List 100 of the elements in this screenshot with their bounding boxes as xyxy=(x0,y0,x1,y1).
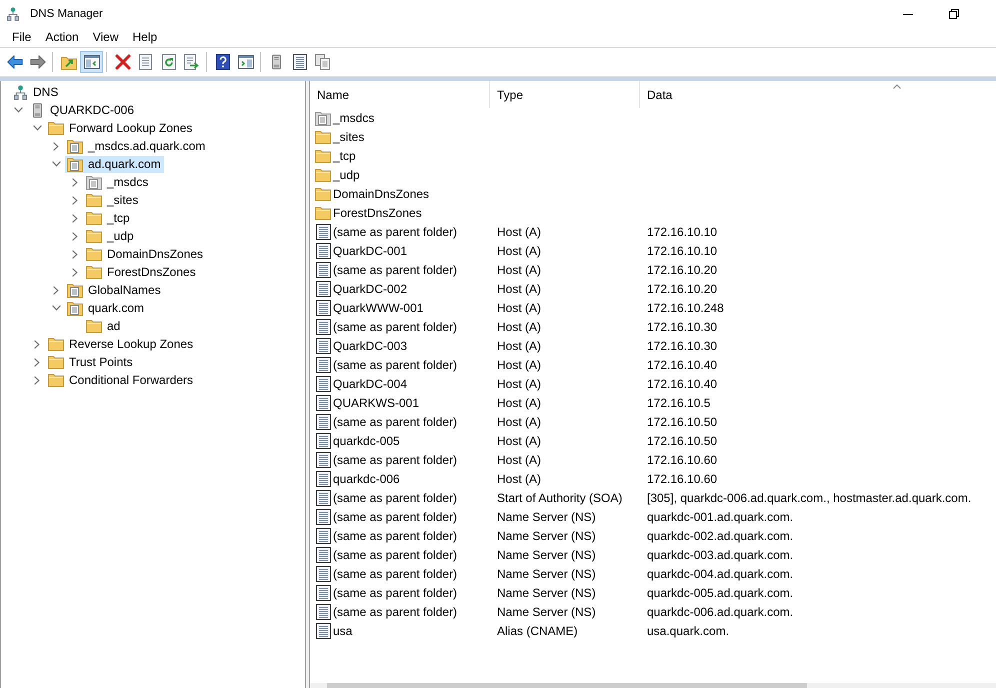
chevron-down-icon[interactable] xyxy=(14,107,22,113)
list-item[interactable]: (same as parent folder) xyxy=(314,564,460,582)
tree-item[interactable]: ad xyxy=(84,318,124,334)
menu-item[interactable]: File xyxy=(5,29,38,46)
table-cell-text: quarkdc-005.ad.quark.com. xyxy=(646,584,794,602)
chevron-right-icon[interactable] xyxy=(34,340,40,348)
table-cell-text: Name Server (NS) xyxy=(496,528,597,544)
list-item[interactable]: (same as parent folder) xyxy=(314,356,460,374)
list-icon xyxy=(292,54,306,70)
list-item[interactable]: _sites xyxy=(314,128,368,146)
arrow-left-icon xyxy=(6,55,22,69)
chevron-right-icon[interactable] xyxy=(72,250,78,258)
text-document-icon xyxy=(316,584,330,600)
tree-item[interactable]: _udp xyxy=(84,228,137,244)
text-document-icon xyxy=(316,432,330,448)
tree-item[interactable]: _msdcs xyxy=(84,174,152,190)
folder-icon xyxy=(315,168,331,182)
table-cell-text: Host (A) xyxy=(496,318,542,336)
chevron-down-icon[interactable] xyxy=(52,161,60,167)
list-item[interactable]: QuarkDC-003 xyxy=(314,336,410,354)
list-item[interactable]: (same as parent folder) xyxy=(314,412,460,430)
list-item[interactable]: quarkdc-006 xyxy=(314,470,403,488)
tree-item[interactable]: ForestDnsZones xyxy=(84,264,199,280)
tree-item[interactable]: _msdcs.ad.quark.com xyxy=(65,138,208,154)
scrollbar-thumb[interactable] xyxy=(327,683,807,688)
text-document-icon xyxy=(316,262,330,278)
list-item[interactable]: QuarkDC-004 xyxy=(314,374,410,392)
tree-item[interactable]: Reverse Lookup Zones xyxy=(46,336,196,352)
chevron-down-icon[interactable] xyxy=(32,125,42,131)
list-item[interactable]: quarkdc-005 xyxy=(314,432,403,450)
list-item[interactable]: (same as parent folder) xyxy=(314,318,460,336)
list-item[interactable]: QuarkWWW-001 xyxy=(314,298,426,316)
tree-item[interactable]: _tcp xyxy=(84,210,133,226)
menu-item[interactable]: View xyxy=(86,29,126,46)
list-item[interactable]: QuarkDC-001 xyxy=(314,242,410,260)
list-item[interactable]: (same as parent folder) xyxy=(314,260,460,278)
document-folder-icon xyxy=(67,156,83,172)
text-document-icon xyxy=(316,470,330,486)
list-item[interactable]: usa xyxy=(314,622,356,640)
text-document-icon xyxy=(316,452,330,468)
chevron-right-icon[interactable] xyxy=(72,214,78,222)
table-cell-text: Alias (CNAME) xyxy=(496,622,579,640)
chevron-right-icon[interactable] xyxy=(72,232,78,240)
column-header[interactable]: Type xyxy=(490,81,640,108)
list-item[interactable]: (same as parent folder) xyxy=(314,450,460,468)
table-cell-text: Host (A) xyxy=(496,224,542,240)
list-item[interactable]: (same as parent folder) xyxy=(314,488,460,506)
column-header[interactable]: Data xyxy=(640,81,996,108)
chevron-right-icon[interactable] xyxy=(53,286,59,294)
tree-item[interactable]: Conditional Forwarders xyxy=(46,372,196,388)
chevron-right-icon[interactable] xyxy=(53,142,59,150)
folder-icon xyxy=(86,265,102,279)
list-item[interactable]: _msdcs xyxy=(314,108,378,126)
horizontal-scrollbar[interactable] xyxy=(310,683,996,688)
folder-icon xyxy=(48,337,64,351)
tree-item[interactable]: Forward Lookup Zones xyxy=(46,120,196,136)
text-document-icon xyxy=(316,604,330,620)
chevron-right-icon[interactable] xyxy=(72,196,78,204)
chevron-right-icon[interactable] xyxy=(34,358,40,366)
list-item[interactable]: ForestDnsZones xyxy=(314,204,425,222)
tree-item[interactable]: GlobalNames xyxy=(65,282,164,298)
chevron-right-icon[interactable] xyxy=(72,178,78,186)
chevron-right-icon[interactable] xyxy=(72,268,78,276)
folder-icon xyxy=(86,193,102,207)
text-document-icon xyxy=(316,394,330,410)
tree-item[interactable]: _sites xyxy=(84,192,142,208)
tree-item[interactable]: ad.quark.com xyxy=(65,156,164,172)
table-cell-text: 172.16.10.40 xyxy=(646,376,718,392)
folder-icon xyxy=(86,211,102,225)
column-header[interactable]: Name xyxy=(310,81,490,108)
server-icon xyxy=(272,54,281,70)
table-cell-text: 172.16.10.10 xyxy=(646,224,718,240)
list-item[interactable]: _tcp xyxy=(314,146,359,164)
list-item[interactable]: (same as parent folder) xyxy=(314,546,460,564)
document-folder-icon xyxy=(67,282,83,298)
table-cell-text: 172.16.10.10 xyxy=(646,242,718,260)
table-cell-text: 172.16.10.5 xyxy=(646,394,712,412)
table-cell-text: Name Server (NS) xyxy=(496,566,597,582)
tree-item[interactable]: quark.com xyxy=(65,300,148,316)
chevron-down-icon[interactable] xyxy=(52,305,60,311)
tree-item[interactable]: DomainDnsZones xyxy=(84,246,206,262)
table-cell-text: Name Server (NS) xyxy=(496,508,597,526)
menu-item[interactable]: Help xyxy=(126,29,164,46)
list-item[interactable]: (same as parent folder) xyxy=(314,508,460,526)
tree-item[interactable]: DNS xyxy=(10,84,62,100)
chevron-right-icon[interactable] xyxy=(34,376,40,384)
tree-item[interactable]: QUARKDC-006 xyxy=(27,102,138,118)
list-item[interactable]: QUARKWS-001 xyxy=(314,394,422,412)
list-item[interactable]: QuarkDC-002 xyxy=(314,280,410,298)
list-item[interactable]: DomainDnsZones xyxy=(314,184,432,202)
list-item[interactable]: (same as parent folder) xyxy=(314,602,460,620)
list-item[interactable]: (same as parent folder) xyxy=(314,526,460,544)
table-cell-text: Start of Authority (SOA) xyxy=(496,490,624,506)
list-item[interactable]: (same as parent folder) xyxy=(314,584,460,602)
list-item[interactable]: (same as parent folder) xyxy=(314,222,460,240)
menu-item[interactable]: Action xyxy=(38,29,86,46)
tree-item[interactable]: Trust Points xyxy=(46,354,136,370)
list-item[interactable]: _udp xyxy=(314,166,363,184)
folder-icon xyxy=(315,206,331,220)
toolbar-button[interactable] xyxy=(80,51,103,73)
